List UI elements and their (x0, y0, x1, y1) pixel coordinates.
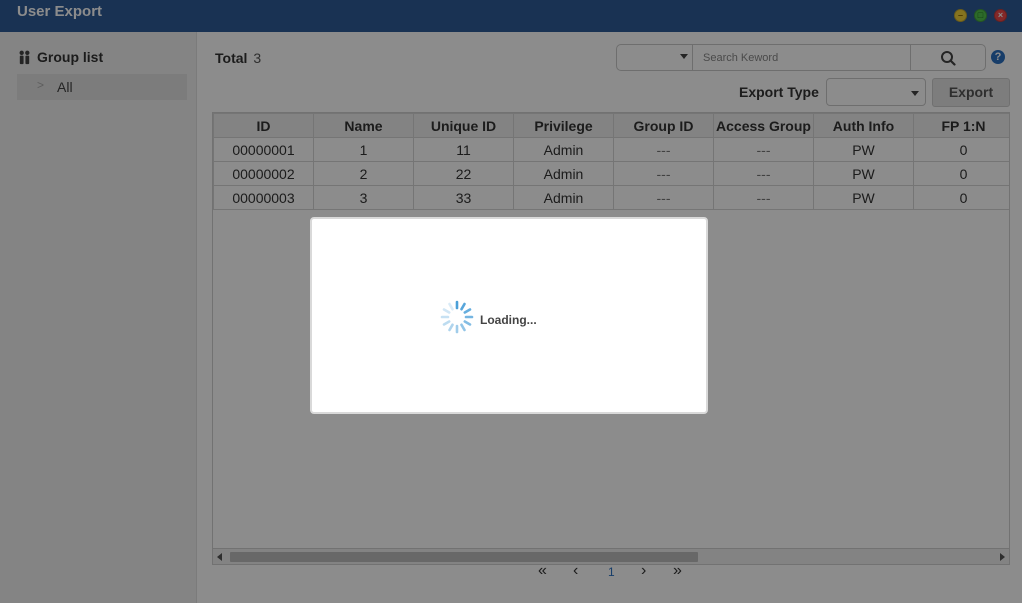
loading-text: Loading... (480, 313, 537, 327)
modal-overlay: Loading... (0, 0, 1022, 603)
loading-spinner-icon (440, 300, 474, 334)
loading-dialog: Loading... (310, 217, 708, 414)
